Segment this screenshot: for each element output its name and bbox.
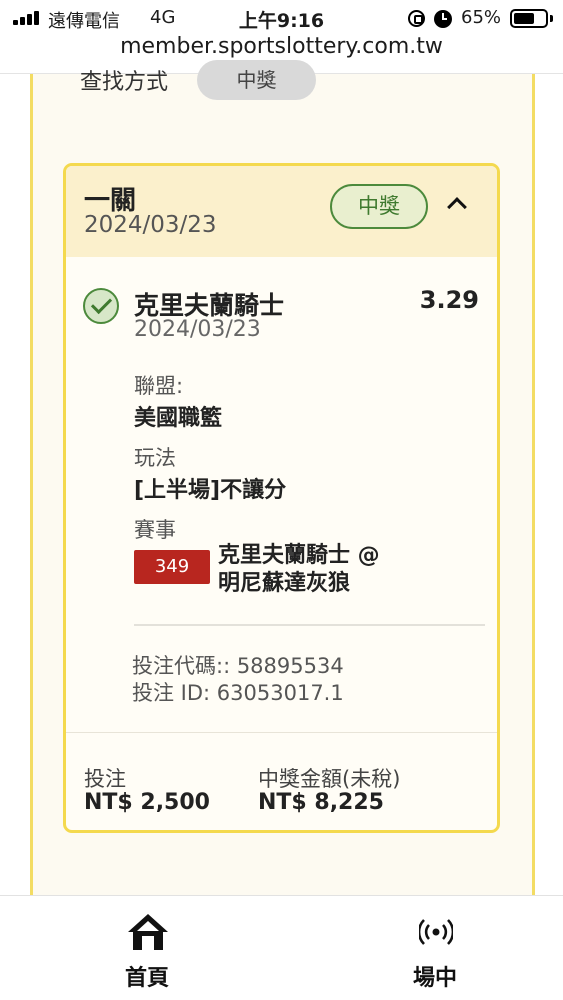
battery-cap: [550, 15, 553, 22]
selection-odds: 3.29: [419, 286, 479, 314]
filter-label: 查找方式: [80, 70, 169, 95]
event-name: 克里夫蘭騎士 @ 明尼蘇達灰狼: [218, 542, 488, 598]
play-value: [上半場]不讓分: [134, 478, 287, 503]
card-divider: [134, 624, 485, 626]
bet-date: 2024/03/23: [84, 212, 217, 238]
bet-id: 投注 ID: 63053017.1: [132, 681, 344, 705]
battery-percent: 65%: [461, 7, 502, 28]
stake-label: 投注: [84, 767, 126, 791]
bet-card: 一關 2024/03/23 中獎 克里夫蘭騎士 3.29 2024/03/23 …: [63, 163, 500, 833]
check-circle-icon: [83, 288, 119, 324]
nav-home[interactable]: 首頁: [87, 896, 207, 996]
bottom-nav: 首頁 場中: [0, 895, 563, 1000]
card-footer-divider: [66, 732, 497, 733]
selection-date: 2024/03/23: [134, 317, 261, 342]
nav-home-label: 首頁: [124, 966, 169, 991]
league-label: 聯盟:: [134, 374, 184, 398]
league-value: 美國職籃: [134, 406, 223, 431]
nav-live[interactable]: 場中: [375, 896, 495, 996]
bet-card-header[interactable]: 一關 2024/03/23 中獎: [66, 166, 497, 257]
event-name-line2: 明尼蘇達灰狼: [218, 571, 351, 596]
status-badge: 中獎: [330, 184, 428, 229]
battery-icon: [510, 9, 548, 28]
event-name-line1: 克里夫蘭騎士 @: [218, 543, 380, 568]
play-label: 玩法: [134, 446, 176, 470]
event-label: 賽事: [134, 518, 176, 542]
payout-label: 中獎金額(未稅): [258, 767, 401, 791]
nav-live-label: 場中: [412, 966, 457, 991]
home-icon: [128, 914, 168, 950]
orientation-lock-icon: [408, 10, 425, 27]
status-bar: 遠傳電信 4G 上午9:16 65%: [0, 0, 563, 36]
stake-amount: NT$ 2,500: [84, 790, 210, 815]
bet-code: 投注代碼:: 58895534: [132, 654, 344, 678]
address-bar[interactable]: member.sportslottery.com.tw: [0, 34, 563, 59]
filter-chip-win[interactable]: 中獎: [197, 60, 316, 100]
alarm-icon: [434, 10, 452, 28]
battery-level: [514, 13, 534, 24]
event-number-badge: 349: [134, 550, 210, 584]
payout-amount: NT$ 8,225: [258, 790, 384, 815]
chevron-up-icon[interactable]: [447, 197, 467, 217]
broadcast-icon: [419, 919, 453, 945]
